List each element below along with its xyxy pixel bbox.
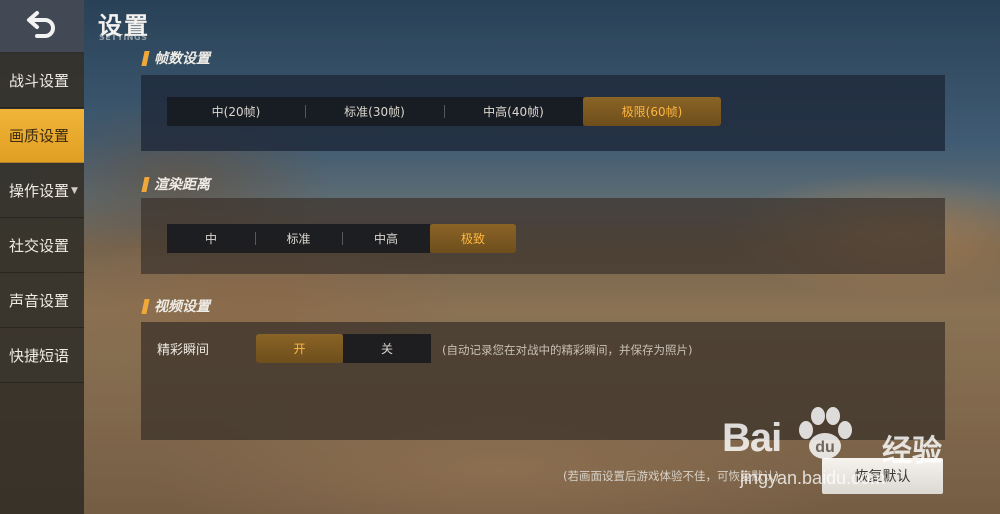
frame-rate-panel: 中(20帧) 标准(30帧) 中高(40帧) 极限(60帧): [141, 75, 945, 151]
sidebar-item-label: 社交设置: [9, 237, 70, 255]
back-arrow-icon: [25, 10, 59, 42]
section-title: 视频设置: [154, 299, 210, 315]
frame-rate-option-medium[interactable]: 中(20帧): [167, 97, 305, 126]
sidebar-item-sound[interactable]: 声音设置: [0, 274, 84, 328]
restore-hint: (若画面设置后游戏体验不佳，可恢复默认): [563, 469, 779, 483]
render-distance-option-standard[interactable]: 标准: [255, 224, 342, 253]
highlight-moments-hint: (自动记录您在对战中的精彩瞬间，并保存为照片): [442, 343, 693, 357]
back-button[interactable]: [0, 0, 84, 52]
frame-rate-option-standard[interactable]: 标准(30帧): [305, 97, 444, 126]
render-distance-panel: 中 标准 中高 极致: [141, 198, 945, 274]
frame-rate-selector: 中(20帧) 标准(30帧) 中高(40帧) 极限(60帧): [167, 97, 721, 126]
highlight-moments-toggle: 开 关: [256, 334, 431, 363]
section-accent-bar: [141, 298, 150, 314]
sidebar-item-controls[interactable]: 操作设置 ▼: [0, 164, 84, 218]
restore-defaults-button[interactable]: 恢复默认: [822, 458, 943, 494]
section-title: 渲染距离: [154, 177, 210, 193]
video-panel: 精彩瞬间 开 关 (自动记录您在对战中的精彩瞬间，并保存为照片): [141, 322, 945, 440]
sidebar: 战斗设置 画质设置 操作设置 ▼ 社交设置 声音设置 快捷短语: [0, 0, 84, 514]
section-title: 帧数设置: [154, 51, 210, 67]
section-header-video: 视频设置: [141, 296, 210, 316]
sidebar-item-label: 操作设置: [9, 182, 70, 200]
frame-rate-option-extreme[interactable]: 极限(60帧): [583, 97, 721, 126]
render-distance-option-ultra[interactable]: 极致: [430, 224, 516, 253]
render-distance-selector: 中 标准 中高 极致: [167, 224, 516, 253]
sidebar-item-graphics[interactable]: 画质设置: [0, 109, 84, 163]
section-accent-bar: [141, 50, 150, 66]
highlight-moments-off[interactable]: 关: [343, 334, 431, 363]
sidebar-item-quick-phrases[interactable]: 快捷短语: [0, 329, 84, 383]
section-header-frame-rate: 帧数设置: [141, 48, 210, 68]
highlight-moments-label: 精彩瞬间: [157, 343, 210, 358]
section-header-render-distance: 渲染距离: [141, 174, 210, 194]
section-accent-bar: [141, 176, 150, 192]
sidebar-item-label: 快捷短语: [9, 347, 70, 365]
sidebar-item-label: 画质设置: [9, 127, 70, 145]
sidebar-item-label: 战斗设置: [9, 72, 70, 90]
page-subtitle: SETTINGS: [99, 33, 148, 42]
caret-down-icon: ▼: [71, 185, 78, 196]
sidebar-item-combat[interactable]: 战斗设置: [0, 54, 84, 108]
sidebar-item-social[interactable]: 社交设置: [0, 219, 84, 273]
frame-rate-option-medium-high[interactable]: 中高(40帧): [444, 97, 583, 126]
render-distance-option-medium[interactable]: 中: [167, 224, 255, 253]
highlight-moments-on[interactable]: 开: [256, 334, 343, 363]
render-distance-option-medium-high[interactable]: 中高: [342, 224, 430, 253]
sidebar-item-label: 声音设置: [9, 292, 70, 310]
